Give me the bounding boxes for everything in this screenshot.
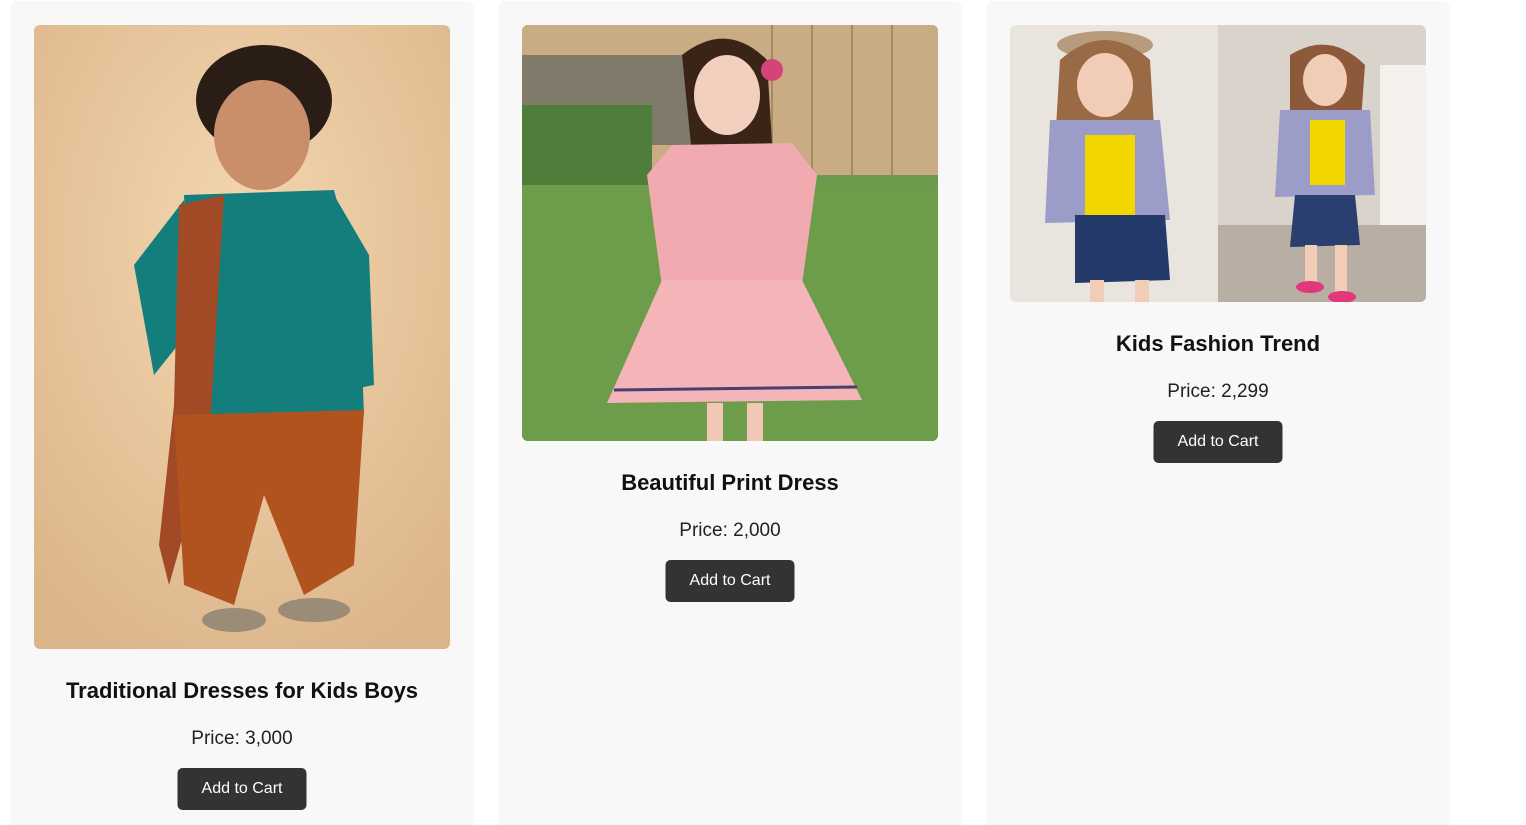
product-card: Kids Fashion Trend Price: 2,299 Add to C… bbox=[986, 1, 1450, 825]
product-image[interactable] bbox=[522, 25, 938, 441]
kids-fashion-trend-photo bbox=[1010, 25, 1426, 302]
product-image[interactable] bbox=[1010, 25, 1426, 302]
pink-print-dress-photo bbox=[522, 25, 938, 441]
product-card: Beautiful Print Dress Price: 2,000 Add t… bbox=[498, 1, 962, 825]
boy-traditional-dress-photo bbox=[34, 25, 450, 649]
add-to-cart-button[interactable]: Add to Cart bbox=[1153, 421, 1283, 463]
product-price: Price: 3,000 bbox=[191, 728, 293, 749]
add-to-cart-button[interactable]: Add to Cart bbox=[665, 560, 795, 602]
product-card: Traditional Dresses for Kids Boys Price:… bbox=[10, 1, 474, 825]
product-price: Price: 2,000 bbox=[679, 520, 781, 541]
add-to-cart-button[interactable]: Add to Cart bbox=[177, 768, 307, 810]
product-grid: Traditional Dresses for Kids Boys Price:… bbox=[0, 0, 1526, 825]
product-price: Price: 2,299 bbox=[1167, 381, 1269, 402]
product-title: Traditional Dresses for Kids Boys bbox=[65, 678, 419, 703]
product-title: Kids Fashion Trend bbox=[1115, 331, 1321, 356]
product-image[interactable] bbox=[34, 25, 450, 649]
product-title: Beautiful Print Dress bbox=[621, 470, 839, 495]
